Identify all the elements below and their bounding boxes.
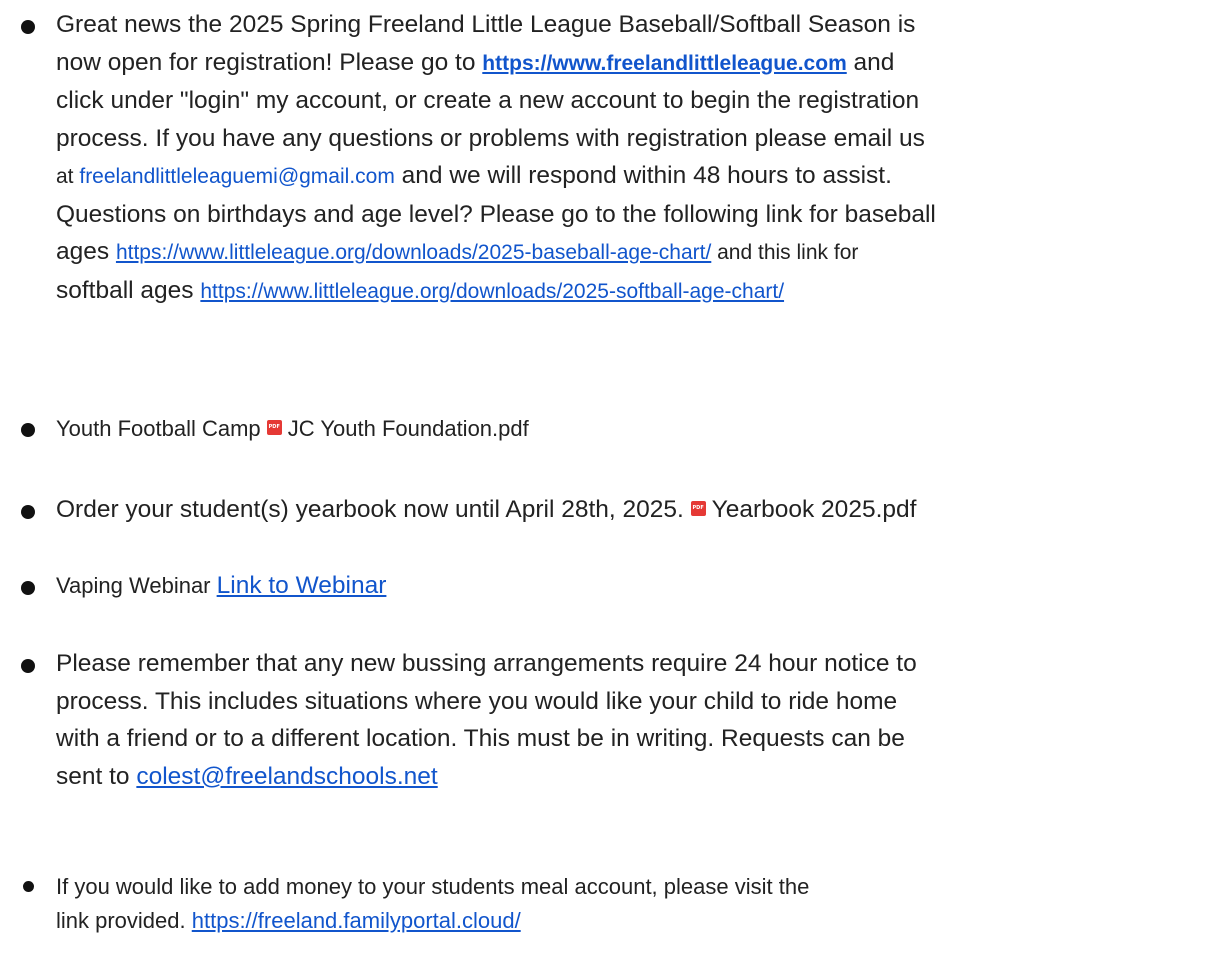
bussing-line-4-before: sent to [56,762,137,790]
registration-line-2-before: now open for registration! Please go to [56,48,483,76]
registration-text: Great news the 2025 Spring Freeland Litt… [56,6,936,310]
football-pdf-attachment[interactable]: JC Youth Foundation.pdf [288,416,529,441]
registration-line-7-before: ages [56,238,116,265]
webinar-link[interactable]: Link to Webinar [217,572,387,599]
bussing-line-2: process. This includes situations where … [56,687,898,715]
registration-line-1: Great news the 2025 Spring Freeland Litt… [56,11,916,38]
league-website-link[interactable]: https://www.freelandlittleleague.com [482,52,846,75]
softball-age-chart-link[interactable]: https://www.littleleague.org/downloads/2… [200,280,784,303]
registration-line-2: now open for registration! Please go to … [56,44,936,83]
football-label: Youth Football Camp [56,416,267,441]
registration-line-5-before: at [56,165,80,188]
registration-line-6: Questions on birthdays and age level? Pl… [56,200,936,228]
pdf-file-icon [266,420,282,435]
bullet-icon [21,423,35,437]
vaping-label: Vaping Webinar [56,573,217,598]
registration-line-3: click under "login" my account, or creat… [56,87,920,114]
bullet-icon [23,881,34,892]
bullet-icon [21,659,35,673]
registration-line-5: at freelandlittleleaguemi@gmail.com and … [56,157,936,196]
bullet-icon [21,581,35,595]
yearbook-pdf-attachment[interactable]: Yearbook 2025.pdf [712,496,917,523]
bussing-text: Please remember that any new bussing arr… [56,645,917,795]
transportation-email-link[interactable]: colest@freelandschools.net [136,763,437,790]
registration-line-7-after: and this link for [711,241,859,264]
registration-line-5-after: and we will respond within 48 hours to a… [394,162,892,189]
yearbook-label: Order your student(s) yearbook now until… [56,496,691,523]
pdf-file-icon [690,501,706,516]
meal-line-1: If you would like to add money to your s… [56,874,810,899]
registration-line-7: ages https://www.littleleague.org/downlo… [56,233,936,272]
family-portal-link[interactable]: https://freeland.familyportal.cloud/ [192,908,521,933]
bussing-line-1: Please remember that any new bussing arr… [56,650,917,677]
league-email-link[interactable]: freelandlittleleaguemi@gmail.com [79,165,394,188]
registration-line-4: process. If you have any questions or pr… [56,124,925,152]
vaping-text: Vaping Webinar Link to Webinar [56,567,386,605]
meal-line-2-before: link provided. [56,908,192,933]
registration-line-2-after: and [846,48,895,76]
bussing-line-4: sent to colest@freelandschools.net [56,758,917,796]
bullet-icon [21,20,35,34]
meal-line-2: link provided. https://freeland.familypo… [56,904,809,938]
baseball-age-chart-link[interactable]: https://www.littleleague.org/downloads/2… [116,241,711,264]
registration-line-8-before: softball ages [56,276,201,304]
yearbook-text: Order your student(s) yearbook now until… [56,491,916,529]
football-text: Youth Football Camp JC Youth Foundation.… [56,412,529,446]
bullet-icon [21,505,35,519]
meal-text: If you would like to add money to your s… [56,870,809,938]
registration-line-8: softball ages https://www.littleleague.o… [56,272,936,311]
bussing-line-3: with a friend or to a different location… [56,725,905,752]
